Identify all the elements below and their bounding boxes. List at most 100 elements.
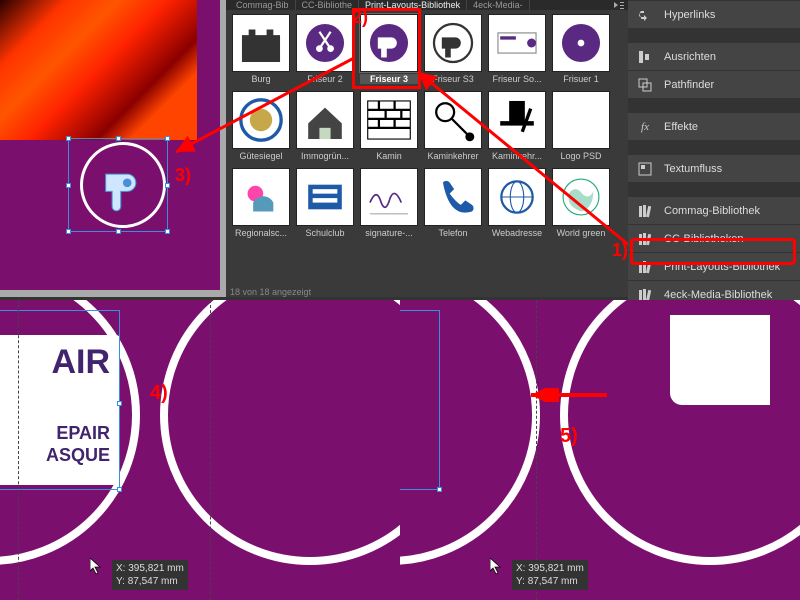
annotation-1: 1)	[612, 240, 628, 261]
y-label: Y:	[516, 576, 525, 587]
spacer	[628, 182, 800, 196]
library-status-text: 18 von 18 angezeigt	[230, 287, 311, 297]
library-item-regionalsc-[interactable]: Regionalsc...	[230, 168, 292, 243]
thumb-image	[552, 14, 610, 72]
cursor-arrow	[490, 558, 504, 576]
thumb-label: Friseur 2	[296, 74, 354, 84]
library-panel: Commag-Bib CC-Bibliothe Print-Layouts-Bi…	[226, 0, 628, 297]
thumb-image	[360, 91, 418, 149]
library-item-kaminkehr-[interactable]: Kaminkehr...	[486, 91, 548, 166]
x-label: X:	[516, 563, 525, 574]
thumb-image	[424, 14, 482, 72]
spacer	[628, 98, 800, 112]
library-item-g-tesiegel[interactable]: Gütesiegel	[230, 91, 292, 166]
side-item-textumfluss[interactable]: Textumfluss	[628, 154, 800, 182]
thumb-label: Immogrün...	[296, 151, 354, 161]
spacer	[628, 28, 800, 42]
library-item-logo-psd[interactable]: Logo PSD	[550, 91, 612, 166]
document-canvas-top[interactable]: 3)	[0, 0, 226, 297]
thumb-label: Logo PSD	[552, 151, 610, 161]
side-item-print-layouts-bibliothek[interactable]: Print-Layouts-Bibliothek	[628, 252, 800, 280]
library-item-immogr-n-[interactable]: Immogrün...	[294, 91, 356, 166]
x-val: 395,821 mm	[128, 563, 184, 574]
thumb-image	[424, 168, 482, 226]
cursor-arrow	[90, 558, 104, 576]
side-label: Print-Layouts-Bibliothek	[664, 261, 780, 273]
thumb-image	[488, 91, 546, 149]
y-label: Y:	[116, 576, 125, 587]
bottom-area: AIR EPAIR ASQUE X: 395,821 mm Y: 87,547 …	[0, 300, 800, 600]
thumb-image	[232, 168, 290, 226]
library-item-friseur-s3[interactable]: Friseur S3	[422, 14, 484, 89]
books-icon	[634, 203, 656, 219]
library-item-world-green[interactable]: World green	[550, 168, 612, 243]
thumb-label: Frisuer 1	[552, 74, 610, 84]
x-val: 395,821 mm	[528, 563, 584, 574]
library-item-burg[interactable]: Burg	[230, 14, 292, 89]
thumb-image	[296, 168, 354, 226]
thumb-label: Webadresse	[488, 228, 546, 238]
side-item-effekte[interactable]: fxEffekte	[628, 112, 800, 140]
textwrap-icon	[634, 161, 656, 177]
side-item-cc-bibliotheken[interactable]: CC-Bibliotheken	[628, 224, 800, 252]
thumb-image	[360, 168, 418, 226]
library-item-friseur-so-[interactable]: Friseur So...	[486, 14, 548, 89]
thumb-label: Kamin	[360, 151, 418, 161]
annotation-5: 5)	[560, 425, 578, 448]
books-icon	[634, 231, 656, 247]
tab-4eck[interactable]: 4eck-Media-	[467, 0, 530, 10]
library-item-frisuer-1[interactable]: Frisuer 1	[550, 14, 612, 89]
side-label: Hyperlinks	[664, 9, 715, 21]
annotation-3: 3)	[175, 165, 191, 186]
library-item-schulclub[interactable]: Schulclub	[294, 168, 356, 243]
side-item-pathfinder[interactable]: Pathfinder	[628, 70, 800, 98]
side-item-ausrichten[interactable]: Ausrichten	[628, 42, 800, 70]
thumb-label: Regionalsc...	[232, 228, 290, 238]
side-label: Textumfluss	[664, 163, 722, 175]
hair-image	[0, 0, 197, 140]
coords-tooltip: X: 395,821 mm Y: 87,547 mm	[112, 560, 188, 590]
selection	[400, 310, 440, 490]
thumb-label: Friseur So...	[488, 74, 546, 84]
selection-bounds	[68, 138, 168, 232]
side-item-commag-bibliothek[interactable]: Commag-Bibliothek	[628, 196, 800, 224]
thumb-image	[296, 91, 354, 149]
annotation-4: 4)	[150, 382, 168, 405]
thumb-image	[232, 14, 290, 72]
library-item-telefon[interactable]: Telefon	[422, 168, 484, 243]
canvas-view-before[interactable]: AIR EPAIR ASQUE X: 395,821 mm Y: 87,547 …	[0, 300, 400, 600]
thumb-label: Kaminkehrer	[424, 151, 482, 161]
thumb-label: Telefon	[424, 228, 482, 238]
y-val: 87,547 mm	[528, 576, 578, 587]
flyout-menu-icon[interactable]	[612, 0, 626, 10]
side-label: Pathfinder	[664, 79, 714, 91]
thumb-image	[360, 14, 418, 72]
thumb-image	[552, 91, 610, 149]
side-item-hyperlinks[interactable]: Hyperlinks	[628, 0, 800, 28]
thumb-label: Kaminkehr...	[488, 151, 546, 161]
x-label: X:	[116, 563, 125, 574]
thumb-image	[232, 91, 290, 149]
canvas-view-after[interactable]: X: 395,821 mm Y: 87,547 mm	[400, 300, 800, 600]
library-item-friseur-2[interactable]: Friseur 2	[294, 14, 356, 89]
side-label: Commag-Bibliothek	[664, 205, 760, 217]
tab-commag[interactable]: Commag-Bib	[230, 0, 296, 10]
side-label: CC-Bibliotheken	[664, 233, 743, 245]
coords-tooltip: X: 395,821 mm Y: 87,547 mm	[512, 560, 588, 590]
y-val: 87,547 mm	[128, 576, 178, 587]
align-icon	[634, 49, 656, 65]
library-item-kamin[interactable]: Kamin	[358, 91, 420, 166]
library-item-kaminkehrer[interactable]: Kaminkehrer	[422, 91, 484, 166]
annotation-2: 2)	[352, 7, 368, 28]
tab-cc[interactable]: CC-Bibliothe	[296, 0, 360, 10]
library-item-webadresse[interactable]: Webadresse	[486, 168, 548, 243]
thumb-label: Burg	[232, 74, 290, 84]
tab-print-layouts[interactable]: Print-Layouts-Bibliothek	[359, 0, 467, 10]
side-label: 4eck-Media-Bibliothek	[664, 289, 772, 301]
library-item-signature-[interactable]: signature-...	[358, 168, 420, 243]
side-label: Effekte	[664, 121, 698, 133]
thumb-image	[424, 91, 482, 149]
thumb-label: World green	[552, 228, 610, 238]
thumb-image	[488, 168, 546, 226]
artboard: 3)	[0, 0, 220, 290]
